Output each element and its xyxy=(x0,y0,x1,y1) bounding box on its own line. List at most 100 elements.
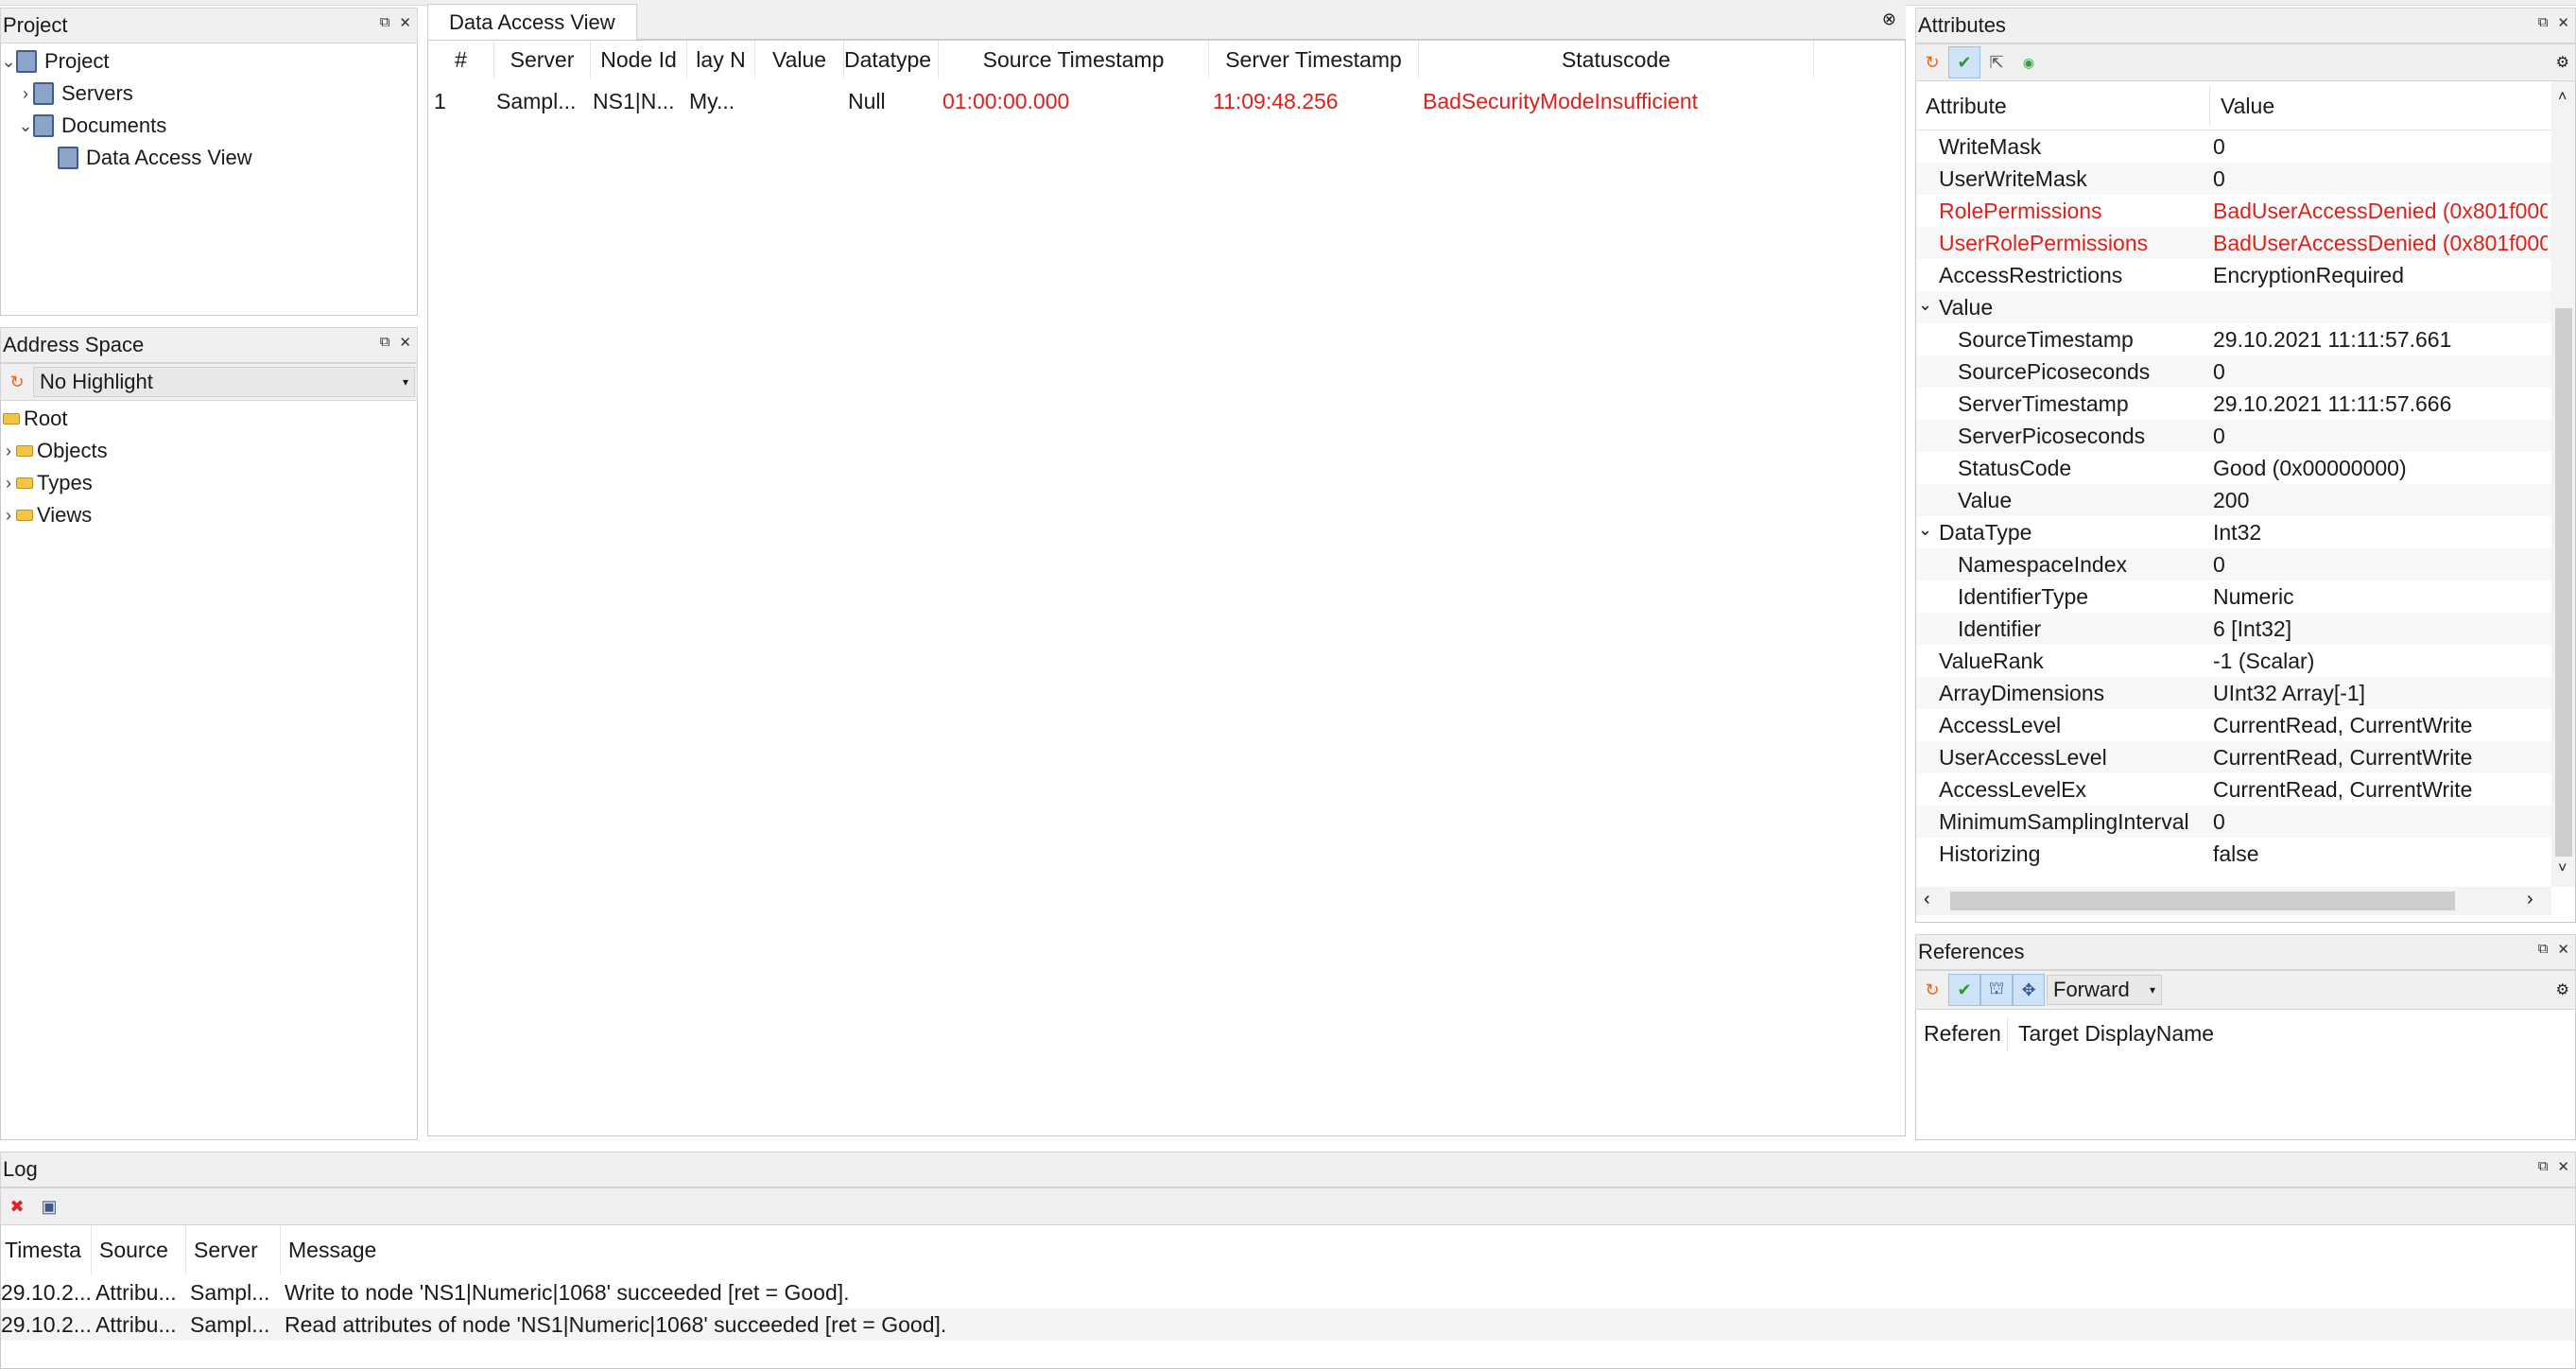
vertical-scrollbar[interactable]: ˄ ˅ xyxy=(2551,81,2575,887)
settings-icon[interactable]: ⚙ xyxy=(2556,53,2569,72)
tree-item-objects[interactable]: › Objects xyxy=(1,435,108,467)
hierarchy-icon[interactable]: ⛫ xyxy=(1980,974,2013,1006)
attribute-row[interactable]: RolePermissions BadUserAccessDenied (0x80… xyxy=(1916,195,2551,227)
attribute-row[interactable]: UserWriteMask 0 xyxy=(1916,163,2551,195)
tree-item-views[interactable]: › Views xyxy=(1,499,92,531)
column-header[interactable]: Message xyxy=(281,1225,848,1274)
attribute-row[interactable]: ServerPicoseconds 0 xyxy=(1916,420,2551,452)
attribute-row[interactable]: UserRolePermissions BadUserAccessDenied (… xyxy=(1916,227,2551,259)
chevron-right-icon[interactable]: › xyxy=(1,442,16,461)
attribute-name: ValueRank xyxy=(1939,648,2044,673)
tree-item-root[interactable]: Root xyxy=(3,403,67,435)
chevron-down-icon[interactable]: ⌄ xyxy=(1,52,16,72)
data-access-table: # Server Node Id lay N Value Datatype So… xyxy=(427,40,1906,1136)
close-icon[interactable]: ✕ xyxy=(2557,1158,2569,1175)
column-header[interactable]: # xyxy=(428,41,494,78)
refresh-icon[interactable]: ↻ xyxy=(1916,974,1948,1006)
table-row[interactable]: 1 Sampl... NS1|N... My... Null 01:00:00.… xyxy=(428,84,1905,118)
save-log-icon[interactable]: ▣ xyxy=(33,1190,65,1222)
monitor-icon[interactable]: ◉ xyxy=(2013,46,2045,78)
close-icon[interactable]: ✕ xyxy=(399,14,411,31)
attribute-row[interactable]: AccessLevelEx CurrentRead, CurrentWrite xyxy=(1916,773,2551,806)
tree-item-types[interactable]: › Types xyxy=(1,467,93,499)
settings-icon[interactable]: ⚙ xyxy=(2556,980,2569,999)
column-header[interactable]: Datatype xyxy=(844,41,939,78)
column-header[interactable]: Node Id xyxy=(591,41,687,78)
attribute-row[interactable]: WriteMask 0 xyxy=(1916,130,2551,163)
tree-item-project[interactable]: ⌄ Project xyxy=(1,45,109,78)
check-icon[interactable]: ✔ xyxy=(1948,46,1980,78)
attribute-row[interactable]: StatusCode Good (0x00000000) xyxy=(1916,452,2551,484)
direction-select[interactable]: Forward ▾ xyxy=(2047,975,2162,1005)
attribute-row[interactable]: AccessRestrictions EncryptionRequired xyxy=(1916,259,2551,291)
tree-item-data-access-view[interactable]: Data Access View xyxy=(58,142,252,174)
column-header-attribute[interactable]: Attribute xyxy=(1926,81,2007,130)
scrollbar-thumb[interactable] xyxy=(1950,892,2455,910)
attribute-name: UserWriteMask xyxy=(1939,165,2087,191)
pointer-icon[interactable]: ⇱ xyxy=(1980,46,2013,78)
column-header[interactable]: Value xyxy=(755,41,844,78)
tree-item-servers[interactable]: › Servers xyxy=(18,78,133,110)
chevron-down-icon[interactable]: ⌄ xyxy=(1918,295,1932,315)
attribute-row[interactable]: ServerTimestamp 29.10.2021 11:11:57.666 xyxy=(1916,388,2551,420)
log-row[interactable]: 29.10.2... Attribu... Sampl... Write to … xyxy=(1,1276,2575,1308)
horizontal-scrollbar[interactable]: ‹ › xyxy=(1916,887,2551,915)
column-header-value[interactable]: Value xyxy=(2221,81,2274,130)
log-time: 29.10.2... xyxy=(1,1279,92,1305)
tree-item-documents[interactable]: ⌄ Documents xyxy=(18,110,166,142)
clear-log-icon[interactable]: ✖ xyxy=(1,1190,33,1222)
column-header-target[interactable]: Target DisplayName xyxy=(2018,1010,2214,1057)
close-icon[interactable]: ✕ xyxy=(2557,14,2569,31)
attribute-row[interactable]: Historizing false xyxy=(1916,838,2551,870)
attribute-row[interactable]: Value 200 xyxy=(1916,484,2551,516)
refresh-icon[interactable]: ↻ xyxy=(1916,46,1948,78)
float-icon[interactable]: ⧉ xyxy=(2538,941,2549,958)
column-header[interactable]: Source Timestamp xyxy=(939,41,1209,78)
tab-data-access-view[interactable]: Data Access View xyxy=(427,4,637,40)
column-header[interactable]: Timesta xyxy=(1,1225,92,1274)
chevron-right-icon[interactable]: › xyxy=(1,506,16,526)
float-icon[interactable]: ⧉ xyxy=(380,334,390,351)
chevron-right-icon[interactable]: › xyxy=(18,84,33,104)
float-icon[interactable]: ⧉ xyxy=(2538,1158,2549,1175)
chevron-down-icon[interactable]: ⌄ xyxy=(1918,520,1932,540)
cell-source-timestamp: 01:00:00.000 xyxy=(942,88,1070,113)
close-icon[interactable]: ✕ xyxy=(2557,941,2569,958)
close-icon[interactable]: ✕ xyxy=(399,334,411,351)
attribute-row[interactable]: ⌄ DataType Int32 xyxy=(1916,516,2551,548)
attribute-row[interactable]: ArrayDimensions UInt32 Array[-1] xyxy=(1916,677,2551,709)
close-tab-icon[interactable]: ⊗ xyxy=(1882,9,1896,29)
float-icon[interactable]: ⧉ xyxy=(2538,14,2549,31)
attribute-row[interactable]: AccessLevel CurrentRead, CurrentWrite xyxy=(1916,709,2551,741)
attribute-row[interactable]: SourcePicoseconds 0 xyxy=(1916,355,2551,388)
highlight-select[interactable]: No Highlight ▾ xyxy=(33,367,415,397)
attribute-row[interactable]: ValueRank -1 (Scalar) xyxy=(1916,645,2551,677)
chevron-right-icon[interactable]: › xyxy=(1,474,16,494)
column-header[interactable]: Source xyxy=(92,1225,186,1274)
scroll-down-icon[interactable]: ˅ xyxy=(2558,860,2567,877)
attribute-row[interactable]: Identifier 6 [Int32] xyxy=(1916,613,2551,645)
move-icon[interactable]: ✥ xyxy=(2013,974,2045,1006)
attribute-row[interactable]: IdentifierType Numeric xyxy=(1916,581,2551,613)
check-icon[interactable]: ✔ xyxy=(1948,974,1980,1006)
float-icon[interactable]: ⧉ xyxy=(380,14,390,31)
refresh-icon[interactable]: ↻ xyxy=(1,366,33,398)
chevron-down-icon[interactable]: ⌄ xyxy=(18,116,33,136)
attribute-row[interactable]: ⌄ Value xyxy=(1916,291,2551,323)
column-header[interactable]: Server Timestamp xyxy=(1209,41,1419,78)
column-header[interactable]: lay N xyxy=(687,41,755,78)
attribute-row[interactable]: NamespaceIndex 0 xyxy=(1916,548,2551,581)
attribute-row[interactable]: MinimumSamplingInterval 0 xyxy=(1916,806,2551,838)
scroll-right-icon[interactable]: › xyxy=(2527,889,2533,910)
column-header[interactable]: Server xyxy=(186,1225,281,1274)
attribute-row[interactable]: UserAccessLevel CurrentRead, CurrentWrite xyxy=(1916,741,2551,773)
scroll-left-icon[interactable]: ‹ xyxy=(1924,889,1930,910)
book-icon xyxy=(58,147,78,169)
attribute-row[interactable]: SourceTimestamp 29.10.2021 11:11:57.661 xyxy=(1916,323,2551,355)
log-row[interactable]: 29.10.2... Attribu... Sampl... Read attr… xyxy=(1,1308,2575,1341)
scrollbar-thumb[interactable] xyxy=(2555,308,2572,857)
column-header-reference[interactable]: Referen xyxy=(1924,1010,2001,1057)
scroll-up-icon[interactable]: ˄ xyxy=(2558,89,2567,106)
column-header[interactable]: Server xyxy=(494,41,591,78)
column-header[interactable]: Statuscode xyxy=(1419,41,1814,78)
